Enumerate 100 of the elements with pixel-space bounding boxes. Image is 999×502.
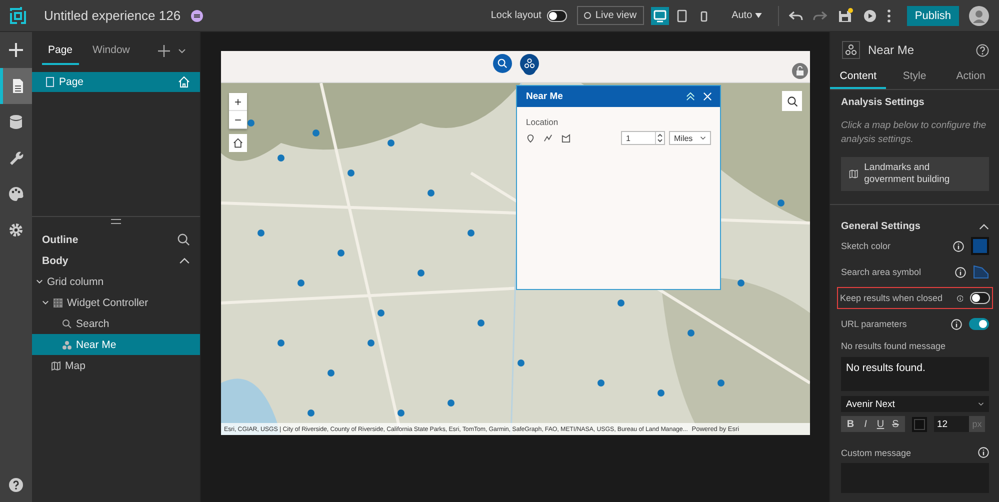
redo-icon[interactable] bbox=[812, 8, 827, 22]
settings-tab[interactable]: Style bbox=[886, 65, 943, 89]
data-icon bbox=[8, 114, 24, 130]
map-card[interactable]: Landmarks and government building bbox=[841, 157, 989, 191]
message-textarea[interactable]: No results found. bbox=[841, 357, 989, 391]
info-icon[interactable] bbox=[956, 292, 963, 304]
panel-tab[interactable]: Page bbox=[42, 38, 79, 64]
tree-item[interactable]: Widget Controller bbox=[32, 292, 200, 313]
polyline-icon[interactable] bbox=[543, 134, 553, 142]
people-icon bbox=[524, 58, 534, 69]
info-icon[interactable] bbox=[978, 447, 989, 458]
panel-tab[interactable]: Window bbox=[86, 38, 136, 64]
help-icon[interactable] bbox=[976, 44, 989, 56]
tablet-icon bbox=[674, 8, 689, 22]
close-icon[interactable] bbox=[703, 92, 712, 101]
publish-button[interactable]: Publish bbox=[906, 6, 959, 26]
color-swatch[interactable] bbox=[971, 237, 989, 255]
grid-icon bbox=[53, 298, 63, 308]
format-button[interactable]: B bbox=[843, 416, 858, 432]
tree-item[interactable]: Map bbox=[32, 355, 200, 376]
page-icon bbox=[46, 77, 54, 87]
near-me-widget-button[interactable] bbox=[520, 54, 538, 73]
unlock-icon[interactable] bbox=[792, 63, 808, 79]
more-icon[interactable] bbox=[886, 8, 891, 22]
tree-item[interactable]: Grid column bbox=[32, 271, 200, 292]
live-view-button[interactable]: Live view bbox=[577, 6, 644, 25]
search-icon bbox=[496, 58, 508, 69]
save-icon[interactable] bbox=[836, 8, 853, 24]
help-icon[interactable] bbox=[9, 478, 23, 492]
info-icon[interactable] bbox=[951, 318, 962, 330]
undo-icon[interactable] bbox=[788, 8, 803, 22]
map-search-button[interactable] bbox=[782, 91, 802, 111]
home-icon bbox=[178, 76, 190, 88]
toggle-switch[interactable] bbox=[970, 292, 990, 304]
zoom-in-button[interactable]: + bbox=[229, 93, 247, 111]
widget-icon bbox=[842, 41, 860, 59]
setting-label: Search area symbol bbox=[841, 267, 922, 277]
desktop-icon bbox=[652, 8, 667, 22]
widget-title: Near Me bbox=[868, 43, 914, 57]
chevron-down-icon[interactable] bbox=[178, 47, 186, 55]
tree-item[interactable]: Search bbox=[32, 313, 200, 334]
page-item[interactable]: Page bbox=[32, 72, 200, 92]
tree-item[interactable]: Near Me bbox=[32, 334, 200, 355]
home-button[interactable] bbox=[229, 134, 247, 152]
chevron-icon[interactable] bbox=[42, 299, 49, 306]
search-icon bbox=[786, 96, 798, 106]
zoom-out-button[interactable]: − bbox=[229, 111, 247, 129]
settings-tab[interactable]: Action bbox=[942, 65, 999, 89]
panel-title: Near Me bbox=[526, 91, 564, 102]
body-title[interactable]: Body bbox=[42, 254, 68, 266]
font-color-swatch[interactable] bbox=[912, 416, 927, 432]
outline-title: Outline bbox=[42, 234, 78, 246]
polygon-icon[interactable] bbox=[561, 134, 571, 142]
distance-field[interactable]: 1 bbox=[621, 131, 665, 145]
point-icon[interactable] bbox=[526, 134, 535, 142]
setting-label: Sketch color bbox=[841, 241, 891, 251]
polygon-symbol-icon[interactable] bbox=[973, 265, 989, 279]
search-widget-button[interactable] bbox=[492, 54, 512, 73]
search-icon bbox=[62, 318, 72, 328]
info-icon[interactable] bbox=[955, 266, 966, 278]
toggle-switch[interactable] bbox=[969, 318, 989, 330]
setting-label: No results found message bbox=[841, 341, 947, 351]
status-icon bbox=[190, 10, 203, 22]
search-icon[interactable] bbox=[177, 233, 190, 246]
section-title: General Settings bbox=[841, 220, 920, 232]
map-icon bbox=[51, 360, 61, 370]
settings-tab[interactable]: Content bbox=[830, 65, 886, 89]
chevron-icon[interactable] bbox=[979, 222, 989, 230]
chevron-icon[interactable] bbox=[36, 278, 43, 285]
caret-icon bbox=[754, 12, 762, 18]
font-size-field[interactable]: 12 bbox=[934, 416, 969, 432]
widget-icon bbox=[8, 150, 24, 166]
desktop-view-button[interactable] bbox=[650, 6, 669, 24]
hint-text: Click a map below to configure the analysis settings. bbox=[841, 119, 988, 147]
chevron-down-icon bbox=[700, 135, 706, 141]
chevron-down-icon bbox=[978, 401, 984, 407]
screen-size-dropdown[interactable]: Auto bbox=[726, 9, 768, 22]
setting-label: Keep results when closed bbox=[840, 293, 943, 303]
lock-layout-toggle[interactable] bbox=[547, 10, 568, 22]
lock-layout-label: Lock layout bbox=[490, 10, 542, 21]
app-title[interactable]: Untitled experience 126 bbox=[44, 8, 181, 23]
chevron-up-icon[interactable] bbox=[179, 257, 190, 264]
unit-dropdown[interactable]: Miles bbox=[669, 131, 711, 145]
info-icon[interactable] bbox=[953, 240, 964, 252]
setting-label: URL parameters bbox=[841, 319, 907, 329]
font-dropdown[interactable]: Avenir Next bbox=[841, 396, 989, 412]
avatar-icon[interactable] bbox=[969, 6, 989, 26]
add-icon bbox=[8, 42, 24, 58]
format-button[interactable]: I bbox=[858, 416, 873, 432]
format-button[interactable]: S bbox=[888, 416, 903, 432]
spinner-icon[interactable] bbox=[655, 132, 664, 144]
add-icon[interactable] bbox=[158, 45, 170, 57]
app-logo-icon[interactable] bbox=[8, 6, 28, 26]
section-title: Analysis Settings bbox=[841, 97, 926, 108]
setting-label: Custom message bbox=[841, 448, 912, 458]
collapse-icon[interactable] bbox=[686, 92, 695, 101]
location-label: Location bbox=[526, 117, 560, 127]
preview-icon[interactable] bbox=[862, 8, 877, 22]
format-button[interactable]: U bbox=[873, 416, 888, 432]
theme-icon bbox=[8, 186, 24, 202]
